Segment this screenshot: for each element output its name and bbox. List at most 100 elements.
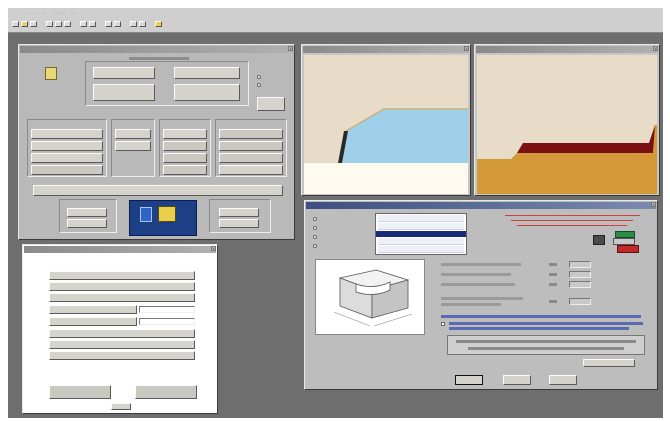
param-unit-2 — [549, 273, 557, 276]
list-item-selected[interactable] — [376, 231, 466, 237]
group-4-button-4[interactable] — [219, 165, 283, 175]
grid-icon[interactable] — [139, 21, 146, 27]
group-1-button-4[interactable] — [31, 165, 103, 175]
option-radio-3[interactable] — [313, 235, 317, 239]
main-panel-heading — [129, 57, 189, 60]
list-item[interactable] — [378, 223, 464, 230]
option-checkbox[interactable] — [441, 322, 445, 326]
info-text-line-2 — [468, 347, 624, 350]
menu-button-6[interactable] — [49, 329, 195, 338]
zoom-icon[interactable] — [114, 21, 121, 27]
param-label-1 — [441, 263, 521, 266]
dialog-help-button[interactable] — [503, 375, 531, 385]
group-4-button-3[interactable] — [219, 153, 283, 163]
chart-icon[interactable] — [130, 21, 137, 27]
parameters-dialog: × — [304, 200, 658, 390]
extra-button[interactable] — [583, 359, 635, 367]
bottom-button-1[interactable] — [67, 208, 107, 217]
value-field-2[interactable] — [139, 318, 195, 325]
list-item[interactable] — [378, 238, 464, 245]
param-label-4 — [441, 297, 523, 300]
cut-icon[interactable] — [55, 21, 62, 27]
param-field-1[interactable] — [569, 261, 591, 268]
ok-button[interactable] — [111, 403, 131, 410]
paste-icon[interactable] — [80, 21, 87, 27]
print-icon[interactable] — [46, 21, 53, 27]
group-2-button-2[interactable] — [115, 141, 151, 151]
menu-button-3[interactable] — [49, 293, 195, 302]
disabled-button-2[interactable] — [135, 385, 197, 399]
list-item[interactable] — [378, 246, 464, 253]
books-icon — [607, 229, 639, 255]
radio-option-2[interactable] — [257, 83, 261, 87]
menu-button-1[interactable] — [49, 271, 195, 280]
redo-icon[interactable] — [105, 21, 112, 27]
option-radio-2[interactable] — [313, 226, 317, 230]
radio-option-1[interactable] — [257, 75, 261, 79]
group-3-button-4[interactable] — [163, 165, 207, 175]
dialog-cancel-button[interactable] — [549, 375, 577, 385]
group-3-button-2[interactable] — [163, 141, 207, 151]
secondary-panel-close-icon[interactable]: × — [211, 246, 216, 251]
open-folder-icon[interactable] — [21, 21, 28, 27]
menu-button-8[interactable] — [49, 351, 195, 360]
bottom-button-3[interactable] — [219, 208, 259, 217]
group-3-button-3[interactable] — [163, 153, 207, 163]
top-button-3[interactable] — [93, 84, 155, 101]
menu-button-5[interactable] — [49, 317, 137, 326]
new-file-icon[interactable] — [12, 21, 19, 27]
sand-base — [304, 163, 468, 194]
disabled-button-1[interactable] — [49, 385, 111, 399]
bottom-button-4[interactable] — [219, 219, 259, 228]
main-panel-close-icon[interactable]: × — [288, 46, 293, 51]
group-1-button-2[interactable] — [31, 141, 103, 151]
side-action-button[interactable] — [257, 97, 285, 111]
top-button-1[interactable] — [93, 67, 155, 79]
wall-section-view — [304, 55, 468, 194]
group-1-button-1[interactable] — [31, 129, 103, 139]
menu-button-2[interactable] — [49, 282, 195, 291]
view-left-close-icon[interactable]: × — [464, 46, 469, 51]
menu-button-7[interactable] — [49, 340, 195, 349]
param-field-2[interactable] — [569, 271, 591, 278]
value-field-1[interactable] — [139, 306, 195, 313]
wide-action-button[interactable] — [33, 185, 283, 196]
group-3-button-1[interactable] — [163, 129, 207, 139]
menu-help[interactable]: Help — [70, 11, 77, 15]
param-field-3[interactable] — [569, 281, 591, 288]
param-unit-1 — [549, 263, 557, 266]
view-right-close-icon[interactable]: × — [653, 46, 658, 51]
menu-edit[interactable]: Edit — [23, 11, 29, 15]
main-panel: × — [18, 44, 295, 240]
top-button-4[interactable] — [174, 84, 240, 101]
list-item[interactable] — [378, 215, 464, 222]
top-toolbar: File Edit Options Window Help — [8, 8, 663, 33]
selection-list[interactable] — [375, 213, 467, 255]
group-4-button-2[interactable] — [219, 141, 283, 151]
dialog-close-icon[interactable]: × — [651, 202, 656, 207]
help-icon[interactable] — [155, 21, 162, 27]
save-icon[interactable] — [30, 21, 37, 27]
menu-button-4[interactable] — [49, 305, 137, 314]
param-unit-4 — [549, 300, 557, 303]
view-left-window: × — [301, 44, 471, 196]
project-icon[interactable] — [45, 67, 57, 80]
menu-options[interactable]: Options — [35, 11, 47, 15]
option-radio-4[interactable] — [313, 244, 317, 248]
option-radio-1[interactable] — [313, 217, 317, 221]
group-1-button-3[interactable] — [31, 153, 103, 163]
undo-icon[interactable] — [89, 21, 96, 27]
bottom-button-2[interactable] — [67, 219, 107, 228]
soil-section-view — [477, 55, 657, 194]
secondary-panel-title — [24, 246, 216, 253]
note-text — [441, 315, 641, 318]
menu-file[interactable]: File — [12, 11, 17, 15]
group-2-button-1[interactable] — [115, 129, 151, 139]
param-field-4[interactable] — [569, 298, 591, 305]
top-button-2[interactable] — [174, 67, 240, 79]
group-4-button-1[interactable] — [219, 129, 283, 139]
dialog-ok-button[interactable] — [455, 375, 483, 385]
copy-icon[interactable] — [64, 21, 71, 27]
menu-window[interactable]: Window — [52, 11, 64, 15]
center-feature-box[interactable] — [129, 200, 197, 236]
